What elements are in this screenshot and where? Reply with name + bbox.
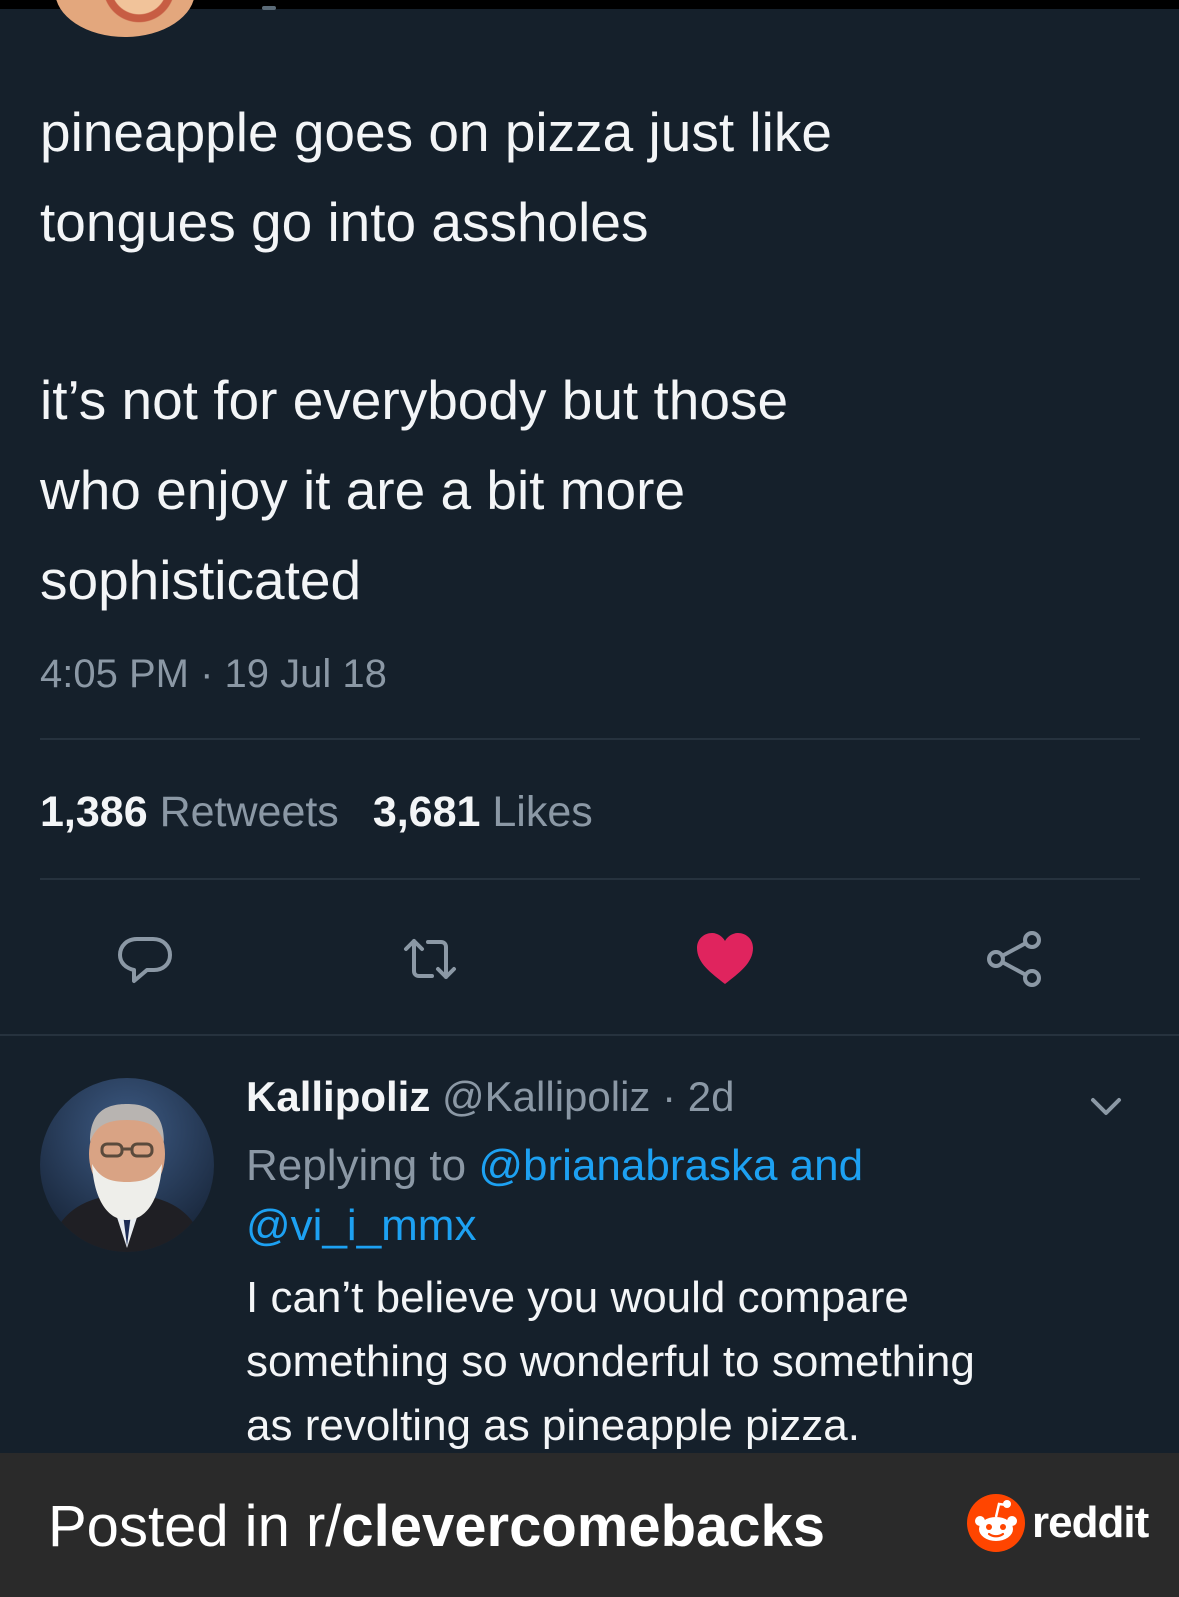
tweet-timestamp: 4:05 PM · 19 Jul 18 [40, 652, 387, 696]
reply-icon [118, 937, 172, 983]
heart-icon [697, 933, 753, 984]
mention-and[interactable]: and [790, 1141, 863, 1190]
reddit-footer: Posted in r/clevercomebacks reddit [0, 1453, 1179, 1597]
screenshot: pineapple goes on pizza just like tongue… [0, 0, 1179, 1597]
reply-line: something so wonderful to something [246, 1337, 975, 1386]
reply-age: · 2d [662, 1073, 735, 1120]
divider [0, 1034, 1179, 1036]
tweet-stats: 1,386 Retweets 3,681 Likes [40, 788, 593, 837]
tweet-line: tongues go into assholes [40, 191, 649, 253]
reply-button[interactable] [110, 924, 180, 994]
reply-display-name[interactable]: Kallipoliz [246, 1073, 430, 1120]
reddit-logo: reddit [966, 1493, 1149, 1553]
tweet-paragraph-1: pineapple goes on pizza just like tongue… [40, 87, 1140, 267]
share-icon [987, 931, 1041, 987]
chevron-down-icon[interactable] [1084, 1086, 1128, 1126]
reply-text: I can’t believe you would compare someth… [246, 1266, 1106, 1458]
replying-to: Replying to @brianabraska and @vi_i_mmx [246, 1136, 1106, 1256]
tweet-line: it’s not for everybody but those [40, 369, 789, 431]
reply-avatar[interactable] [40, 1078, 214, 1252]
author-avatar[interactable] [55, 0, 195, 37]
divider [40, 738, 1140, 740]
tweet-line: pineapple goes on pizza just like [40, 101, 832, 163]
author-name-fragment [262, 6, 276, 10]
like-label[interactable]: Likes [492, 788, 592, 836]
replying-to-label: Replying to [246, 1141, 467, 1190]
like-count[interactable]: 3,681 [373, 788, 481, 836]
tweet-paragraph-2: it’s not for everybody but those who enj… [40, 355, 1140, 625]
tweet-line: who enjoy it are a bit more [40, 459, 686, 521]
reddit-snoo-icon [967, 1494, 1025, 1552]
posted-in-label: Posted in r/clevercomebacks [48, 1493, 825, 1560]
reply-avatar-portrait [48, 1104, 206, 1252]
retweet-count[interactable]: 1,386 [40, 788, 148, 836]
retweet-button[interactable] [395, 924, 465, 994]
retweet-label[interactable]: Retweets [160, 788, 339, 836]
reply-header: Kallipoliz @Kallipoliz · 2d [246, 1068, 1106, 1126]
subreddit-name[interactable]: clevercomebacks [341, 1494, 825, 1559]
mention-link[interactable]: @vi_i_mmx [246, 1196, 1106, 1256]
like-button[interactable] [690, 924, 760, 994]
mention-link[interactable]: @brianabraska [478, 1141, 777, 1190]
reply-line: I can’t believe you would compare [246, 1273, 909, 1322]
tweet-line: sophisticated [40, 549, 362, 611]
reply-line: as revolting as pineapple pizza. [246, 1401, 860, 1450]
posted-in-prefix: Posted in r/ [48, 1494, 342, 1559]
retweet-icon [404, 939, 456, 979]
share-button[interactable] [980, 924, 1050, 994]
divider [40, 878, 1140, 880]
reddit-wordmark: reddit [1032, 1498, 1149, 1547]
reply-handle[interactable]: @Kallipoliz [442, 1073, 650, 1120]
